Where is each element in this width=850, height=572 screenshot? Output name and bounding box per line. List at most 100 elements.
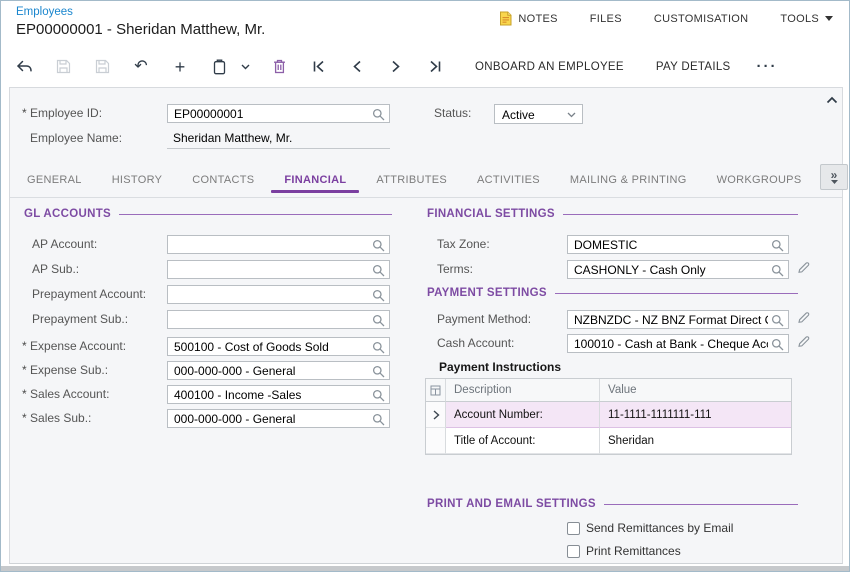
send-remittances-by-email-label[interactable]: Send Remittances by Email xyxy=(586,521,733,535)
prepayment-account-field xyxy=(167,285,390,304)
pay-details-button[interactable]: PAY DETAILS xyxy=(656,61,731,73)
chevron-left-icon xyxy=(352,60,362,73)
delete-button[interactable] xyxy=(266,54,292,80)
row-pointer-icon xyxy=(432,410,440,420)
tab-general[interactable]: GENERAL xyxy=(12,162,97,197)
record-toolbar: ↶ + xyxy=(1,46,849,87)
required-mark: * xyxy=(22,106,27,120)
save-button[interactable] xyxy=(89,54,115,80)
chevron-down-icon xyxy=(241,64,250,70)
ap-account-input[interactable] xyxy=(168,236,369,253)
payment-method-label: Payment Method: xyxy=(437,312,531,326)
search-icon[interactable] xyxy=(771,314,784,327)
payment-method-field xyxy=(567,310,789,329)
status-value: Active xyxy=(502,108,535,122)
collapse-summary-button[interactable] xyxy=(826,96,838,104)
terms-input[interactable] xyxy=(568,261,768,278)
tools-menu-button[interactable]: TOOLS xyxy=(780,13,833,25)
customisation-button[interactable]: CUSTOMISATION xyxy=(654,13,749,25)
sales-sub-input[interactable] xyxy=(168,410,369,427)
clipboard-menu-button[interactable] xyxy=(237,54,253,80)
back-button[interactable] xyxy=(11,54,37,80)
tab-mailing-printing[interactable]: MAILING & PRINTING xyxy=(555,162,702,197)
status-select[interactable]: Active xyxy=(494,104,583,124)
cash-account-input[interactable] xyxy=(568,335,768,352)
tab-contacts[interactable]: CONTACTS xyxy=(177,162,269,197)
edit-cash-account-pencil-icon[interactable] xyxy=(797,335,810,348)
prepayment-sub-label: Prepayment Sub.: xyxy=(32,312,128,326)
tab-activities[interactable]: ACTIVITIES xyxy=(462,162,555,197)
tab-financial[interactable]: FINANCIAL xyxy=(269,162,361,197)
print-remittances-checkbox[interactable] xyxy=(567,545,580,558)
print-remittances-label[interactable]: Print Remittances xyxy=(586,544,681,558)
first-record-button[interactable] xyxy=(305,54,331,80)
employee-id-input[interactable] xyxy=(168,105,369,122)
search-icon[interactable] xyxy=(372,264,385,277)
cell-value[interactable]: Sheridan xyxy=(600,428,791,454)
search-icon[interactable] xyxy=(372,389,385,402)
add-new-record-button[interactable]: + xyxy=(167,54,193,80)
cell-description[interactable]: Title of Account: xyxy=(446,428,600,454)
tab-overflow-button[interactable]: » xyxy=(820,164,848,190)
save-icon xyxy=(95,59,110,74)
section-payment-settings: PAYMENT SETTINGS xyxy=(427,287,798,299)
column-header-description[interactable]: Description xyxy=(446,379,600,402)
sales-sub-label: * Sales Sub.: xyxy=(22,411,91,425)
employee-name-value[interactable]: Sheridan Matthew, Mr. xyxy=(173,131,292,145)
search-icon[interactable] xyxy=(372,239,385,252)
last-record-button[interactable] xyxy=(422,54,448,80)
search-icon[interactable] xyxy=(372,108,385,121)
cancel-undo-button[interactable]: ↶ xyxy=(128,54,154,80)
grid-settings-icon xyxy=(430,385,441,396)
payment-method-input[interactable] xyxy=(568,311,768,328)
tools-label: TOOLS xyxy=(780,13,819,25)
notes-button[interactable]: NOTES xyxy=(499,11,557,26)
row-selector-cell[interactable] xyxy=(426,402,446,428)
breadcrumb-employees-link[interactable]: Employees xyxy=(16,6,73,18)
table-row-title-of-account[interactable]: Title of Account: Sheridan xyxy=(426,428,791,454)
sales-account-field xyxy=(167,385,390,404)
ap-sub-input[interactable] xyxy=(168,261,369,278)
expense-sub-label: * Expense Sub.: xyxy=(22,363,108,377)
search-icon[interactable] xyxy=(771,338,784,351)
files-button[interactable]: FILES xyxy=(590,13,622,25)
cell-description[interactable]: Account Number: xyxy=(446,402,600,428)
expense-sub-input[interactable] xyxy=(168,362,369,379)
onboard-employee-button[interactable]: ONBOARD AN EMPLOYEE xyxy=(475,61,624,73)
ap-account-field xyxy=(167,235,390,254)
payment-instructions-table: Description Value Account Number: 11-111… xyxy=(425,378,792,455)
sales-account-input[interactable] xyxy=(168,386,369,403)
search-icon[interactable] xyxy=(771,264,784,277)
search-icon[interactable] xyxy=(771,239,784,252)
prepayment-sub-input[interactable] xyxy=(168,311,369,328)
search-icon[interactable] xyxy=(372,341,385,354)
save-close-button[interactable] xyxy=(50,54,76,80)
tab-workgroups[interactable]: WORKGROUPS xyxy=(702,162,817,197)
search-icon[interactable] xyxy=(372,289,385,302)
column-header-value[interactable]: Value xyxy=(600,379,791,402)
row-selector-header-cell[interactable] xyxy=(426,379,446,402)
search-icon[interactable] xyxy=(372,413,385,426)
row-selector-cell[interactable] xyxy=(426,428,446,454)
cell-value[interactable]: 11-1111-1111111-111 xyxy=(600,402,791,428)
tab-attributes[interactable]: ATTRIBUTES xyxy=(361,162,462,197)
table-row-account-number[interactable]: Account Number: 11-1111-1111111-111 xyxy=(426,402,791,428)
send-remittances-by-email-checkbox[interactable] xyxy=(567,522,580,535)
trash-icon xyxy=(273,59,286,74)
edit-payment-method-pencil-icon[interactable] xyxy=(797,311,810,324)
section-financial-settings: FINANCIAL SETTINGS xyxy=(427,208,798,220)
search-icon[interactable] xyxy=(372,314,385,327)
more-actions-button[interactable]: ··· xyxy=(757,58,778,75)
expense-account-input[interactable] xyxy=(168,338,369,355)
tax-zone-input[interactable] xyxy=(568,236,768,253)
clipboard-button[interactable] xyxy=(206,54,232,80)
employees-window: Employees EP00000001 - Sheridan Matthew,… xyxy=(0,0,850,572)
previous-record-button[interactable] xyxy=(344,54,370,80)
prepayment-account-input[interactable] xyxy=(168,286,369,303)
page-title: EP00000001 - Sheridan Matthew, Mr. xyxy=(16,21,265,38)
next-record-button[interactable] xyxy=(383,54,409,80)
edit-terms-pencil-icon[interactable] xyxy=(797,261,810,274)
search-icon[interactable] xyxy=(372,365,385,378)
horizontal-scrollbar[interactable] xyxy=(1,566,849,571)
tab-history[interactable]: HISTORY xyxy=(97,162,178,197)
